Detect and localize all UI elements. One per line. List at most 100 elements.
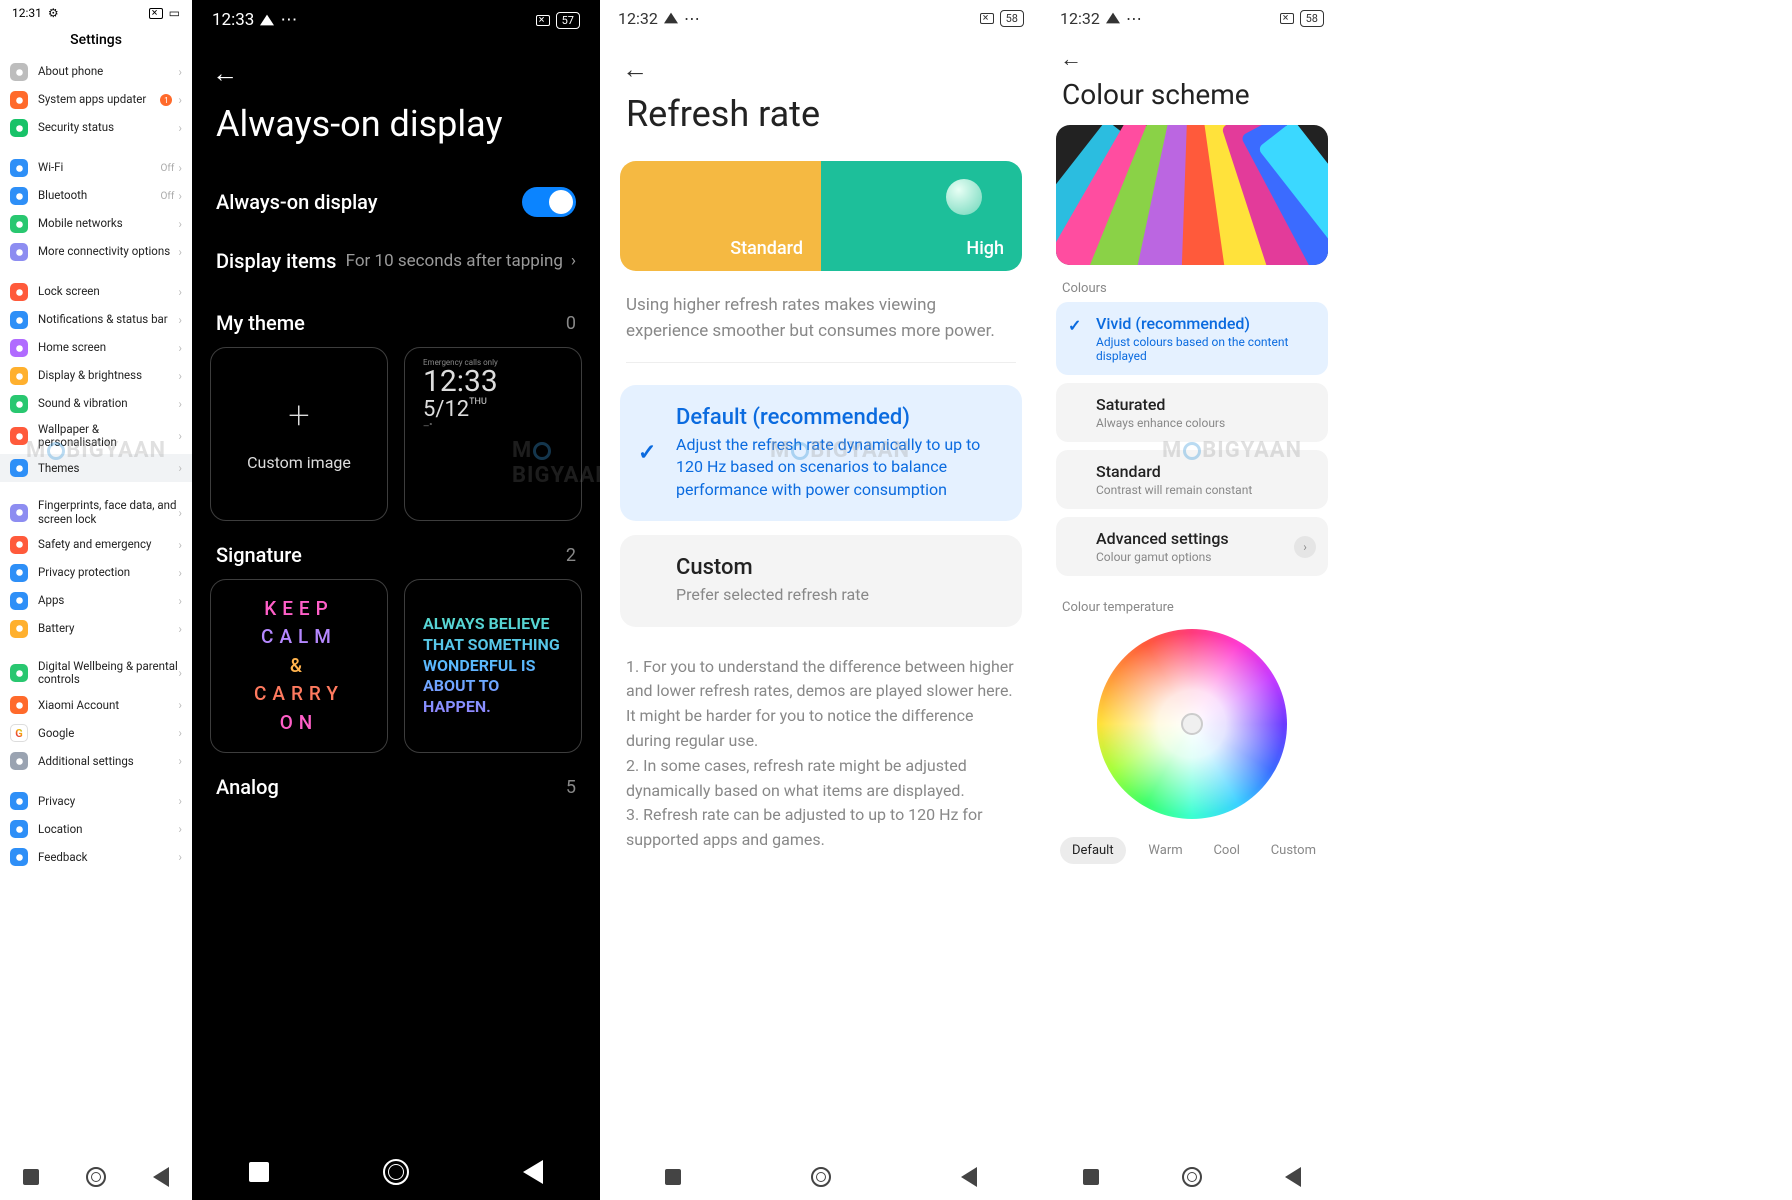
settings-row-label: Digital Wellbeing & parental controls <box>38 660 178 686</box>
colour-scheme-panel: 12:32 ⋯ 58 ← Colour scheme Colours ✓Vivi… <box>1042 0 1342 1200</box>
more-icon: ⋯ <box>280 10 297 30</box>
nav-home-icon[interactable] <box>86 1167 106 1187</box>
settings-row-label: Wallpaper & personalisation <box>38 423 178 449</box>
settings-row-label: Home screen <box>38 341 178 354</box>
settings-row[interactable]: Battery› <box>0 615 192 643</box>
nav-recent-icon[interactable] <box>249 1162 269 1182</box>
aod-panel: 12:33 ⋯ 57 ← Always-on display Always-on… <box>192 0 600 1200</box>
tab-custom[interactable]: Custom <box>1263 837 1324 864</box>
vol-icon <box>10 395 28 413</box>
nav-back-icon[interactable] <box>1285 1167 1301 1187</box>
settings-row[interactable]: Apps› <box>0 587 192 615</box>
chevron-right-icon: › <box>178 217 182 231</box>
phone-icon <box>10 63 28 81</box>
settings-row[interactable]: Themes› <box>0 454 192 482</box>
settings-row[interactable]: Safety and emergency› <box>0 531 192 559</box>
divider <box>626 362 1016 363</box>
settings-row[interactable]: Sound & vibration› <box>0 390 192 418</box>
nav-back-icon[interactable] <box>153 1167 169 1187</box>
settings-row[interactable]: System apps updater1› <box>0 86 192 114</box>
tab-cool[interactable]: Cool <box>1205 837 1247 864</box>
custom-image-tile[interactable]: + Custom image <box>210 347 388 521</box>
chevron-right-icon: › <box>178 65 182 79</box>
settings-row[interactable]: Fingerprints, face data, and screen lock… <box>0 494 192 530</box>
tab-warm[interactable]: Warm <box>1140 837 1190 864</box>
settings-row[interactable]: Display & brightness› <box>0 362 192 390</box>
settings-row[interactable]: More connectivity options› <box>0 238 192 266</box>
loc-icon <box>10 820 28 838</box>
back-button[interactable]: ← <box>600 36 1042 87</box>
option-default[interactable]: ✓ Default (recommended) Adjust the refre… <box>620 385 1022 521</box>
settings-row[interactable]: Mobile networks› <box>0 210 192 238</box>
settings-row[interactable]: Digital Wellbeing & parental controls› <box>0 655 192 691</box>
back-button[interactable]: ← <box>192 40 600 97</box>
settings-row[interactable]: Security status› <box>0 114 192 142</box>
priv-icon <box>10 564 28 582</box>
chevron-right-icon: › <box>178 698 182 712</box>
settings-row[interactable]: Xiaomi Account› <box>0 691 192 719</box>
my-theme-header: My theme 0 <box>192 289 600 347</box>
nav-recent-icon[interactable] <box>23 1169 39 1185</box>
settings-row[interactable]: Notifications & status bar› <box>0 306 192 334</box>
settings-row[interactable]: Lock screen› <box>0 278 192 306</box>
nav-home-icon[interactable] <box>1182 1167 1202 1187</box>
back-button[interactable]: ← <box>1042 36 1342 74</box>
ball-icon <box>946 179 982 215</box>
signature-tile-1[interactable]: KEEP CALM & CARRY ON <box>210 579 388 753</box>
settings-row[interactable]: GGoogle› <box>0 719 192 747</box>
settings-row[interactable]: BluetoothOff› <box>0 182 192 210</box>
settings-row[interactable]: About phone› <box>0 58 192 86</box>
wheel-knob[interactable] <box>1181 713 1203 735</box>
option-custom[interactable]: Custom Prefer selected refresh rate <box>620 535 1022 626</box>
signature-tile-2[interactable]: ALWAYS BELIEVE THAT SOMETHING WONDERFUL … <box>404 579 582 753</box>
finger-icon <box>10 504 28 522</box>
colour-wheel[interactable] <box>1097 629 1287 819</box>
batt-icon <box>10 620 28 638</box>
toggle-switch[interactable] <box>522 187 576 217</box>
nav-back-icon[interactable] <box>961 1167 977 1187</box>
battery-icon: 57 <box>556 12 580 29</box>
settings-row[interactable]: Additional settings› <box>0 747 192 775</box>
colour-option[interactable]: StandardContrast will remain constant <box>1056 450 1328 509</box>
nav-recent-icon[interactable] <box>665 1169 681 1185</box>
settings-row[interactable]: Privacy› <box>0 787 192 815</box>
chevron-right-icon: › <box>178 538 182 552</box>
settings-row-label: Display & brightness <box>38 369 178 382</box>
settings-row[interactable]: Wallpaper & personalisation› <box>0 418 192 454</box>
settings-row[interactable]: Wi-FiOff› <box>0 154 192 182</box>
settings-row[interactable]: Privacy protection› <box>0 559 192 587</box>
tab-default[interactable]: Default <box>1060 837 1126 864</box>
status-bar: 12:33 ⋯ 57 <box>192 0 600 40</box>
display-items-label: Display items <box>216 249 336 273</box>
settings-row-label: Bluetooth <box>38 189 161 202</box>
nav-home-icon[interactable] <box>811 1167 831 1187</box>
colour-option[interactable]: ✓Vivid (recommended)Adjust colours based… <box>1056 302 1328 375</box>
clock-theme-tile[interactable]: Emergency calls only 12:33 5/12THU —° <box>404 347 582 521</box>
nav-back-icon[interactable] <box>523 1160 543 1184</box>
nav-bar <box>1042 1154 1342 1200</box>
aod-toggle-row[interactable]: Always-on display <box>192 171 600 233</box>
toggle-label: Always-on display <box>216 190 378 214</box>
chevron-right-icon: › <box>571 251 576 271</box>
option-title: Standard <box>1096 462 1312 481</box>
nav-recent-icon[interactable] <box>1083 1169 1099 1185</box>
settings-row-label: About phone <box>38 65 178 78</box>
check-icon: ✓ <box>1068 316 1081 335</box>
settings-row[interactable]: Location› <box>0 815 192 843</box>
play-icon <box>260 15 274 26</box>
status-time: 12:32 <box>618 9 658 28</box>
battery-icon: ▭ <box>169 6 180 20</box>
apps-icon <box>10 592 28 610</box>
colour-option[interactable]: Advanced settingsColour gamut options› <box>1056 517 1328 576</box>
settings-row-label: Themes <box>38 462 178 475</box>
more-icon: ⋯ <box>1126 9 1142 28</box>
nav-home-icon[interactable] <box>383 1159 409 1185</box>
chevron-right-icon: › <box>178 161 182 175</box>
settings-row[interactable]: Home screen› <box>0 334 192 362</box>
fb-icon <box>10 848 28 866</box>
noalarm-icon <box>980 13 994 24</box>
display-items-row[interactable]: Display items For 10 seconds after tappi… <box>192 233 600 289</box>
battery-icon: 58 <box>1300 10 1324 27</box>
colour-option[interactable]: SaturatedAlways enhance colours <box>1056 383 1328 442</box>
settings-row[interactable]: Feedback› <box>0 843 192 871</box>
